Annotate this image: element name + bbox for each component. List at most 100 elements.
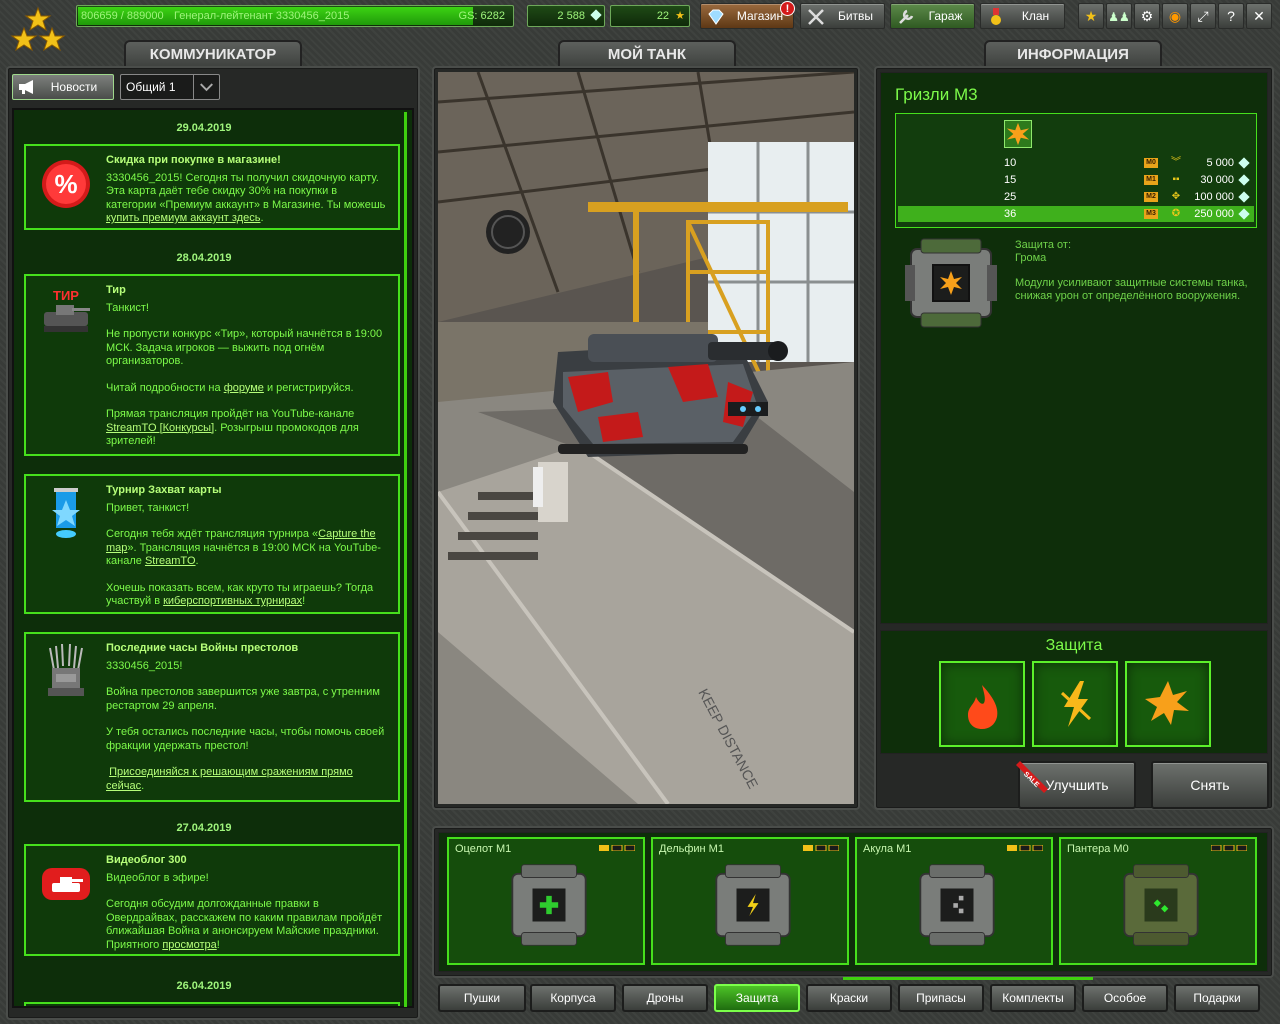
tab-kits[interactable]: Комплекты — [990, 984, 1076, 1012]
inventory-item[interactable]: Акула М1 — [855, 837, 1053, 965]
medal-icon — [991, 8, 1001, 25]
protection-slot-explosion[interactable] — [1125, 661, 1211, 747]
shooting-range-icon: ТИР — [44, 288, 90, 332]
channel-dropdown[interactable]: Общий 1 — [120, 74, 220, 100]
news-feed[interactable]: 29.04.2019 % Скидка при покупке в магази… — [12, 108, 414, 1008]
mark-badge: M3 — [1144, 209, 1158, 219]
news-paragraph-end: . — [141, 779, 145, 792]
protection-from-label: Защита от: — [1015, 239, 1072, 251]
protection-module-icon — [919, 864, 995, 946]
news-card[interactable]: Видеоблог 300 Видеоблог в эфире! Сегодня… — [24, 844, 400, 956]
sound-button[interactable]: ◉ — [1162, 3, 1188, 29]
inventory-item[interactable]: Пантера М0 — [1059, 837, 1257, 965]
help-button[interactable]: ? — [1218, 3, 1244, 29]
garage-button[interactable]: Гараж — [890, 3, 975, 29]
experience-text: 806659 / 889000 — [81, 10, 164, 22]
protection-title: Защита — [1045, 637, 1103, 654]
explosion-icon — [1145, 681, 1189, 725]
explosion-icon — [1004, 120, 1032, 148]
news-paragraph-end: ! — [216, 938, 220, 951]
protection-module-icon — [1123, 864, 1199, 946]
rank-star-icon: ✪ — [1171, 208, 1181, 219]
garage-scene[interactable]: KEEP DISTANCE — [438, 72, 854, 804]
remove-button[interactable]: Снять — [1151, 761, 1269, 809]
premium-link[interactable]: купить премиум аккаунт здесь — [106, 212, 260, 224]
communicator-tab: КОММУНИКАТОР — [124, 40, 302, 68]
news-paragraph: У тебя остались последние часы, чтобы по… — [106, 726, 385, 752]
tab-supplies[interactable]: Припасы — [898, 984, 984, 1012]
mark-level-indicator — [803, 845, 839, 851]
youtube-tank-icon — [42, 868, 90, 900]
mark-badge: M2 — [1144, 192, 1158, 202]
tab-drones[interactable]: Дроны — [622, 984, 708, 1012]
news-greeting: Видеоблог в эфире! — [106, 871, 209, 884]
protection-slot-fire[interactable] — [939, 661, 1025, 747]
tab-hulls[interactable]: Корпуса — [530, 984, 616, 1012]
inventory-item[interactable]: Дельфин М1 — [651, 837, 849, 965]
my-tank-tab: МОЙ ТАНК — [558, 40, 736, 68]
clan-button[interactable]: Клан — [980, 3, 1065, 29]
news-text: 3330456_2015! Сегодня ты получил скидочн… — [106, 171, 386, 211]
fullscreen-button[interactable]: ⤢ — [1190, 3, 1216, 29]
megaphone-icon — [19, 80, 33, 94]
inventory-item[interactable]: Оцелот М1 — [447, 837, 645, 965]
battles-button[interactable]: Битвы — [800, 3, 885, 29]
inventory-list: Оцелот М1 Дельфин М1 Акула М1 Пантера М0 — [438, 832, 1268, 980]
mark-badge: M1 — [1144, 175, 1158, 185]
tab-turrets[interactable]: Пушки — [438, 984, 526, 1012]
fire-icon — [968, 685, 998, 729]
friends-button[interactable]: ♟♟ — [1106, 3, 1132, 29]
news-paragraph: Читай подробности на — [106, 381, 224, 394]
watch-link[interactable]: просмотра — [162, 939, 216, 951]
crossed-swords-icon — [808, 9, 824, 25]
upgrade-price: 30 000 — [1200, 174, 1234, 186]
news-card[interactable] — [24, 1002, 400, 1006]
rank-chevron-icon: ︾ — [1171, 157, 1181, 168]
protection-slot-lightning[interactable] — [1032, 661, 1118, 747]
item-name: Акула М1 — [863, 843, 912, 855]
inventory-scrollbar[interactable] — [843, 977, 1093, 980]
tab-gifts[interactable]: Подарки — [1174, 984, 1260, 1012]
diamond-icon — [708, 9, 724, 25]
crystal-icon — [1238, 157, 1250, 169]
forum-link[interactable]: форуме — [224, 382, 264, 394]
news-card[interactable]: Последние часы Войны престолов 3330456_2… — [24, 632, 400, 802]
inventory-panel: Оцелот М1 Дельфин М1 Акула М1 Пантера М0 — [432, 826, 1274, 980]
upgrade-price: 250 000 — [1194, 208, 1234, 220]
upgrade-table: 10 M0 ︾ 5 000 15 M1 ▪▪ 30 000 25 M2 ✥ 10… — [895, 113, 1257, 228]
tournament-flag-icon — [52, 488, 80, 538]
tab-special[interactable]: Особое — [1082, 984, 1168, 1012]
news-text-end: . — [260, 212, 264, 224]
item-name: Пантера М0 — [1067, 843, 1129, 855]
news-title: Последние часы Войны престолов — [106, 642, 299, 654]
rank-insignia-icon — [10, 6, 66, 52]
streamto-link[interactable]: StreamTO — [145, 555, 196, 567]
feed-scrollbar[interactable] — [404, 112, 407, 1007]
star-achievements-icon: ★ — [1084, 8, 1098, 24]
channel-value: Общий 1 — [126, 80, 176, 94]
battles-label: Битвы — [837, 9, 874, 23]
close-button[interactable]: ✕ — [1246, 3, 1272, 29]
mark-level-indicator — [1007, 845, 1043, 851]
item-title: Гризли М3 — [895, 85, 978, 104]
news-date: 27.04.2019 — [176, 822, 232, 834]
news-card[interactable]: % Скидка при покупке в магазине! 3330456… — [24, 144, 400, 230]
esports-link[interactable]: киберспортивных турнирах — [163, 595, 302, 607]
news-date: 28.04.2019 — [176, 252, 232, 264]
protection-module-icon — [905, 238, 997, 328]
news-card[interactable]: Турнир Захват карты Привет, танкист! Сег… — [24, 474, 400, 614]
protection-from-value: Грома — [1015, 252, 1047, 264]
news-button[interactable]: Новости — [12, 74, 114, 100]
tab-paints[interactable]: Краски — [806, 984, 892, 1012]
news-card[interactable]: ТИР Тир Танкист! Не пропусти конкурс «Ти… — [24, 274, 400, 456]
stream-link[interactable]: StreamTO [Конкурсы] — [106, 422, 214, 434]
news-paragraph-end: ! — [302, 595, 306, 607]
rank-name: Генерал-лейтенант 3330456_2015 — [174, 10, 350, 22]
tab-protection[interactable]: Защита — [714, 984, 800, 1012]
settings-button[interactable]: ⚙ — [1134, 3, 1160, 29]
chevron-down-icon — [193, 75, 213, 99]
achievements-button[interactable]: ★ — [1078, 3, 1104, 29]
mark-level-indicator — [599, 845, 635, 851]
mark-level-indicator — [1211, 845, 1247, 851]
crystals-counter: 2 588 — [527, 5, 605, 27]
